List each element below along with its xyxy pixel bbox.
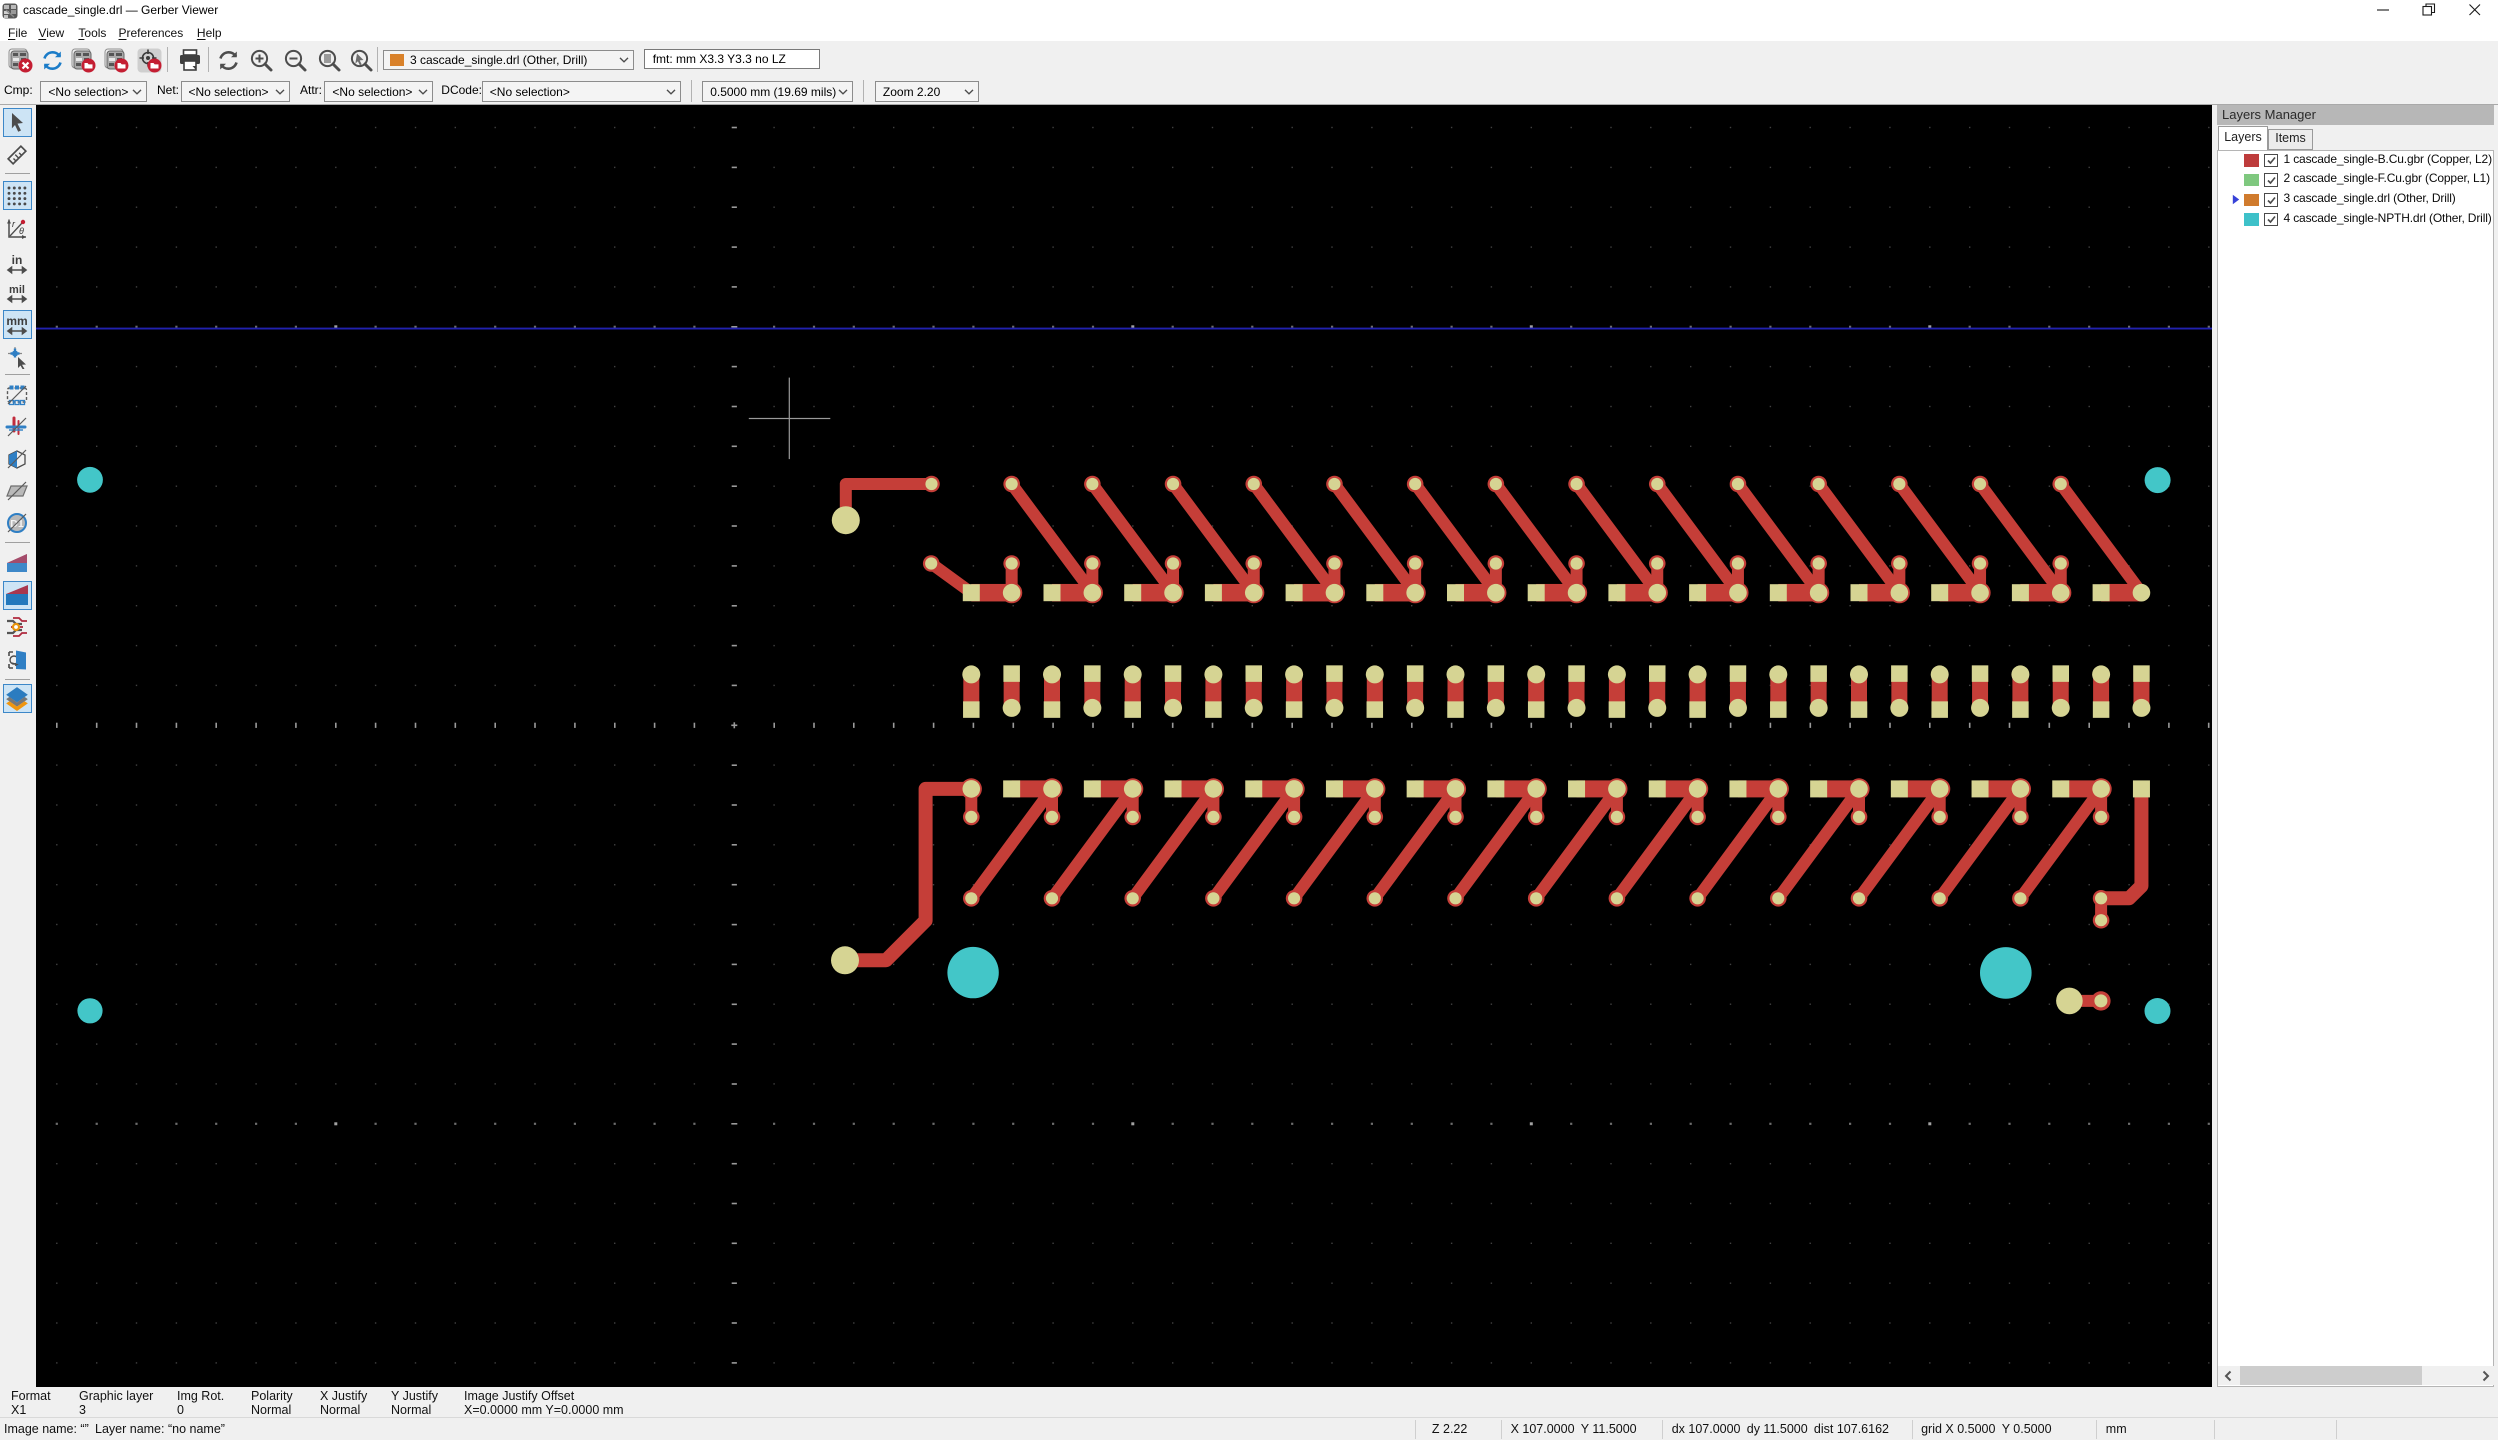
svg-text:in: in	[12, 253, 23, 267]
svg-text:r: r	[12, 219, 16, 229]
svg-text:mm: mm	[6, 314, 27, 328]
svg-text:θ: θ	[19, 226, 24, 236]
svg-text:mil: mil	[9, 284, 25, 296]
